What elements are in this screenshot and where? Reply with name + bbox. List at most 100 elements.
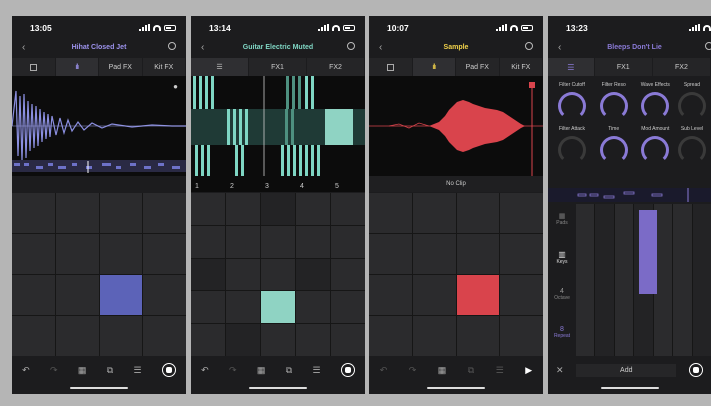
knob-icon[interactable]	[641, 136, 670, 164]
pad[interactable]	[12, 234, 55, 274]
pad[interactable]	[12, 193, 55, 233]
waveform-display[interactable]: No Clip	[369, 76, 543, 192]
settings-gear-icon[interactable]	[705, 42, 711, 50]
pad[interactable]	[331, 225, 365, 258]
tab-kit-fx[interactable]: Kit FX	[143, 58, 186, 76]
pad[interactable]	[55, 275, 99, 315]
copy-icon[interactable]: ⧉	[468, 365, 474, 376]
play-icon[interactable]: ▶	[525, 365, 532, 376]
param-sub-level[interactable]: Sub Level	[677, 126, 707, 164]
knob-icon[interactable]	[677, 92, 706, 120]
pad[interactable]	[55, 193, 99, 233]
pad[interactable]	[500, 193, 543, 233]
pad[interactable]	[143, 275, 186, 315]
knob-icon[interactable]	[599, 136, 628, 164]
knob-icon[interactable]	[641, 92, 670, 120]
pad[interactable]	[191, 324, 225, 356]
pad[interactable]	[55, 234, 99, 274]
pad[interactable]	[99, 234, 143, 274]
pattern-grid-icon[interactable]: ▦	[78, 365, 87, 376]
pad[interactable]	[143, 316, 186, 356]
pad-selected[interactable]	[261, 291, 295, 324]
pad[interactable]	[369, 193, 412, 233]
pad[interactable]	[369, 275, 412, 315]
copy-icon[interactable]: ⧉	[286, 365, 292, 376]
tab-pads[interactable]	[12, 58, 56, 76]
pad-selected[interactable]	[456, 275, 500, 315]
tab-kit-fx[interactable]: Kit FX	[500, 58, 543, 76]
pad[interactable]	[99, 193, 143, 233]
pad[interactable]	[456, 316, 500, 356]
tab-sequencer[interactable]: ☰	[191, 58, 249, 76]
pattern-grid-icon[interactable]: ▦	[257, 365, 266, 376]
pad[interactable]	[500, 316, 543, 356]
tab-pad-fx[interactable]: Pad FX	[456, 58, 500, 76]
tab-fx1[interactable]: FX1	[595, 58, 653, 76]
pad[interactable]	[331, 291, 365, 324]
pad[interactable]	[331, 324, 365, 356]
copy-icon[interactable]: ⧉	[107, 365, 113, 376]
pad[interactable]	[99, 316, 143, 356]
tab-params[interactable]: ☰	[548, 58, 595, 76]
param-filter-cutoff[interactable]: Filter Cutoff	[552, 82, 592, 120]
knob-icon[interactable]	[599, 92, 628, 120]
settings-gear-icon[interactable]	[347, 42, 355, 50]
pad[interactable]	[226, 225, 260, 258]
pad[interactable]	[296, 324, 330, 356]
pad[interactable]	[456, 234, 500, 274]
mixer-icon[interactable]: ☰	[133, 365, 141, 376]
pad[interactable]	[500, 275, 543, 315]
pad[interactable]	[12, 316, 55, 356]
pad-selected[interactable]	[99, 275, 143, 315]
pad[interactable]	[296, 258, 330, 291]
pad[interactable]	[296, 291, 330, 324]
tab-fx2[interactable]: FX2	[653, 58, 711, 76]
pad[interactable]	[369, 234, 412, 274]
pad[interactable]	[456, 193, 500, 233]
mixer-icon[interactable]: ☰	[312, 365, 320, 376]
microphone-icon[interactable]: ●	[173, 82, 178, 91]
pattern-grid-icon[interactable]: ▦	[438, 365, 447, 376]
param-wave-effects[interactable]: Wave Effects	[635, 82, 675, 120]
tab-waveform[interactable]: ıllı	[412, 58, 456, 76]
pad[interactable]	[143, 234, 186, 274]
pad[interactable]	[191, 193, 225, 225]
key-column[interactable]	[576, 204, 595, 356]
redo-icon[interactable]: ↷	[409, 365, 417, 376]
key-column[interactable]	[692, 204, 711, 356]
active-note[interactable]	[639, 210, 657, 294]
tab-pad-fx[interactable]: Pad FX	[99, 58, 143, 76]
param-mod-amount[interactable]: Mod Amount	[635, 126, 675, 164]
key-column[interactable]	[614, 204, 634, 356]
pad[interactable]	[191, 258, 225, 291]
pad[interactable]	[331, 193, 365, 225]
tab-waveform[interactable]: ıllı	[55, 58, 99, 76]
stop-record-button[interactable]	[340, 363, 355, 377]
close-icon[interactable]: ✕	[556, 365, 564, 376]
pad[interactable]	[55, 316, 99, 356]
param-time[interactable]: Time	[594, 126, 634, 164]
pad[interactable]	[500, 234, 543, 274]
undo-icon[interactable]: ↶	[380, 365, 388, 376]
pad[interactable]	[261, 258, 295, 291]
pad[interactable]	[369, 316, 412, 356]
tab-pads[interactable]	[369, 58, 413, 76]
step-sequencer-display[interactable]: 1 2 3 4 5	[191, 76, 365, 192]
pad[interactable]	[296, 193, 330, 225]
pad[interactable]	[143, 193, 186, 233]
settings-gear-icon[interactable]	[525, 42, 533, 50]
knob-icon[interactable]	[558, 92, 586, 120]
pad[interactable]	[412, 234, 456, 274]
undo-icon[interactable]: ↶	[201, 365, 209, 376]
pad[interactable]	[412, 193, 456, 233]
pad[interactable]	[12, 275, 55, 315]
pad[interactable]	[261, 225, 295, 258]
mode-pads[interactable]: ▦ Pads	[548, 204, 576, 242]
pad[interactable]	[296, 225, 330, 258]
knob-icon[interactable]	[677, 136, 706, 164]
param-spread[interactable]: Spread	[677, 82, 707, 120]
redo-icon[interactable]: ↷	[229, 365, 237, 376]
pad[interactable]	[191, 225, 225, 258]
pad[interactable]	[261, 193, 295, 225]
tab-fx2[interactable]: FX2	[307, 58, 365, 76]
